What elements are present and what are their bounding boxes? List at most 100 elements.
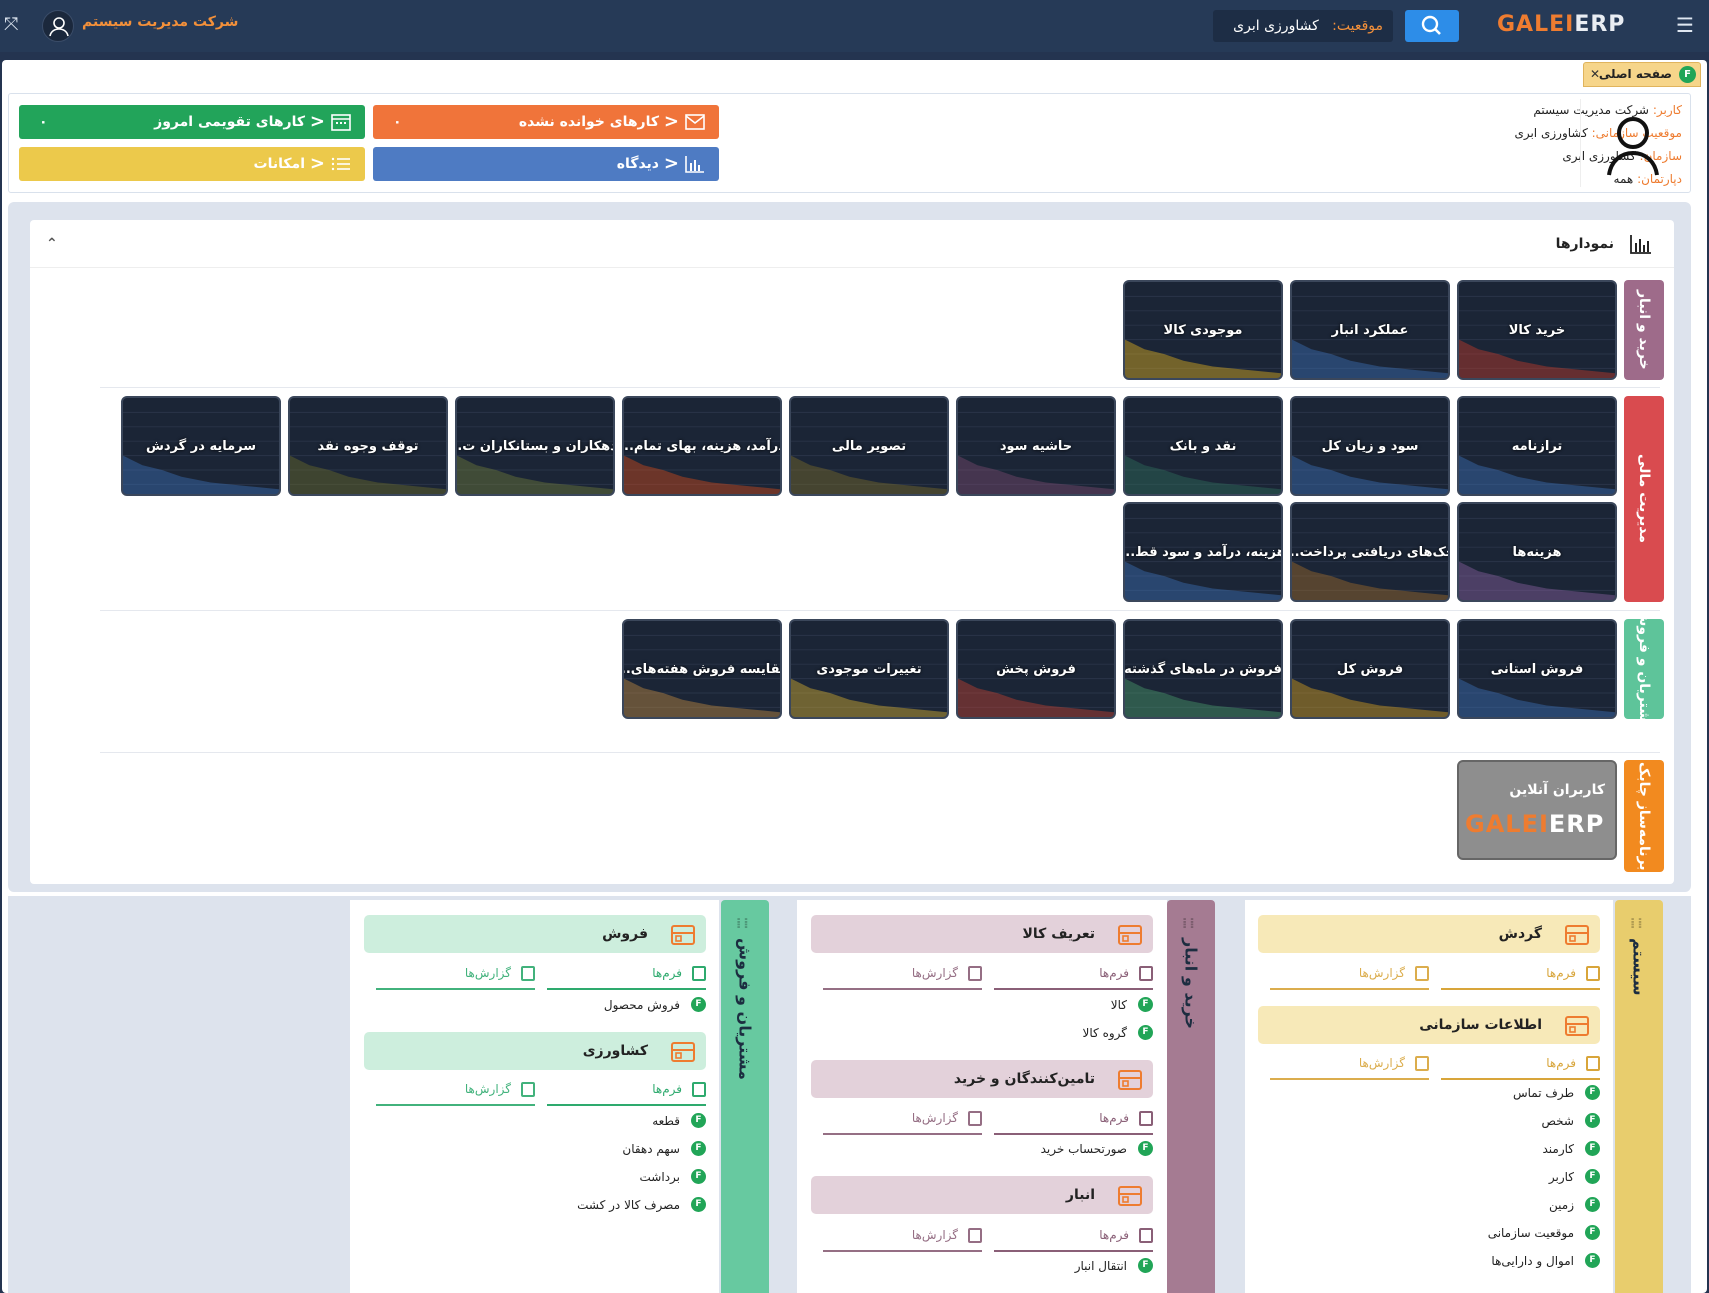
list-item[interactable]: F قطعه (652, 1110, 706, 1132)
subtabs: فرم‌ها گزارش‌ها (364, 1076, 706, 1106)
list-item[interactable]: F مصرف کالا در کشت (577, 1194, 706, 1216)
chart-tile[interactable]: ترازنامه (1457, 396, 1617, 496)
list-item[interactable]: F برداشت (640, 1166, 706, 1188)
chart-tile-label: حاشیه سود (999, 438, 1073, 454)
chart-tile-label: سود و زیان کل (1321, 438, 1419, 454)
drag-handle-icon[interactable]: ⁞⁞ (1182, 916, 1197, 932)
company-name[interactable]: شرکت مدیریت سیستم (82, 14, 238, 30)
section-header[interactable]: فروش (364, 915, 706, 953)
chart-tile[interactable]: فروش استانی (1457, 619, 1617, 719)
section-header[interactable]: انبار (811, 1176, 1153, 1214)
chart-tile[interactable]: فروش کل (1290, 619, 1450, 719)
dashboard-label: دیدگاه (616, 156, 659, 172)
list-item[interactable]: F موقعیت سازمانی (1488, 1222, 1600, 1244)
chart-tile[interactable]: هزینه‌ها (1457, 502, 1617, 602)
online-users-tile[interactable]: کاربران آنلاین GALEIERP (1457, 760, 1617, 860)
list-item-label: طرف تماس (1512, 1086, 1574, 1100)
fullscreen-icon[interactable]: ⤧ (4, 14, 18, 35)
charts-header[interactable]: نمودارها ⌃ (30, 220, 1674, 268)
chart-icon (685, 156, 704, 173)
chart-tile[interactable]: درآمد، هزینه، بهای تمام... (622, 396, 782, 496)
subtab-label: فرم‌ها (1099, 966, 1129, 980)
forms-tab[interactable]: فرم‌ها (1441, 1050, 1600, 1080)
forms-tab[interactable]: فرم‌ها (547, 1076, 706, 1106)
subtab-label: گزارش‌ها (1358, 1056, 1405, 1070)
chart-tile[interactable]: بدهکاران و بستانکاران ت... (455, 396, 615, 496)
forms-tab[interactable]: فرم‌ها (994, 1105, 1153, 1135)
list-item[interactable]: F سهم دهقان (622, 1138, 706, 1160)
location-selector[interactable]: موقعیت: کشاورزی ابری (1213, 10, 1393, 42)
forms-tab[interactable]: فرم‌ها (1441, 960, 1600, 990)
section-header[interactable]: تامین‌کنندگان و خرید (811, 1060, 1153, 1098)
chart-tile[interactable]: توقف وجوه نقد (288, 396, 448, 496)
section-header[interactable]: تعریف کالا (811, 915, 1153, 953)
tab-home[interactable]: F صفحه اصلی ✕ (1583, 62, 1701, 87)
reports-tab[interactable]: گزارش‌ها (823, 1222, 982, 1252)
reports-tab[interactable]: گزارش‌ها (1270, 960, 1429, 990)
reports-tab[interactable]: گزارش‌ها (823, 1105, 982, 1135)
list-item[interactable]: F کاربر (1549, 1166, 1600, 1188)
list-item[interactable]: F کارمند (1542, 1138, 1600, 1160)
farm-icon (670, 1040, 696, 1062)
unread-tasks-button[interactable]: < کارهای خوانده نشده ۰ (373, 105, 719, 139)
charts-title: نمودارها (1555, 236, 1614, 252)
chart-tile[interactable]: هزینه، درآمد و سود قط... (1123, 502, 1283, 602)
chart-tile[interactable]: تصویر مالی (789, 396, 949, 496)
list-item[interactable]: F صورتحساب خرید (1041, 1138, 1153, 1160)
list-item[interactable]: F طرف تماس (1513, 1082, 1600, 1104)
reports-tab[interactable]: گزارش‌ها (1270, 1050, 1429, 1080)
chart-tile[interactable]: تغییرات موجودی (789, 619, 949, 719)
chart-tile-label: درآمد، هزینه، بهای تمام... (622, 438, 782, 454)
dashboard-button[interactable]: < دیدگاه (373, 147, 719, 181)
list-item[interactable]: F گروه کالا (1083, 1022, 1153, 1044)
chart-tile[interactable]: سرمایه در گردش (121, 396, 281, 496)
list-item[interactable]: F فروش محصول (604, 994, 706, 1016)
chart-tile[interactable]: چک‌های دریافتی پرداخت... (1290, 502, 1450, 602)
drag-handle-icon[interactable]: ⁞⁞ (736, 916, 751, 932)
chart-tile[interactable]: فروش پخش (956, 619, 1116, 719)
chart-tile[interactable]: موجودی کالا (1123, 280, 1283, 380)
reports-tab[interactable]: گزارش‌ها (823, 960, 982, 990)
position-value: کشاورزی ابری (1514, 126, 1588, 140)
chart-tile-label: فروش کل (1336, 661, 1404, 677)
collapse-icon[interactable]: ⌃ (46, 220, 58, 268)
features-button[interactable]: < امکانات (19, 147, 365, 181)
menu-icon[interactable]: ☰ (1674, 14, 1696, 36)
list-item[interactable]: F زمین (1549, 1194, 1600, 1216)
reports-tab[interactable]: گزارش‌ها (376, 1076, 535, 1106)
chart-tile[interactable]: سود و زیان کل (1290, 396, 1450, 496)
close-icon[interactable]: ✕ (1590, 63, 1600, 86)
forms-tab[interactable]: فرم‌ها (547, 960, 706, 990)
forms-tab[interactable]: فرم‌ها (994, 960, 1153, 990)
search-button[interactable] (1405, 10, 1459, 42)
logo-part: GALEI (1465, 810, 1549, 838)
list-item[interactable]: F انتقال انبار (1075, 1255, 1153, 1277)
chart-tile[interactable]: فروش در ماه‌های گذشته (1123, 619, 1283, 719)
chart-tile-label: نقد و بانک (1169, 438, 1237, 454)
chart-tile[interactable]: عملکرد انبار (1290, 280, 1450, 380)
app-logo[interactable]: GALEIERP (1497, 12, 1625, 37)
forms-tab[interactable]: فرم‌ها (994, 1222, 1153, 1252)
calendar-tasks-button[interactable]: < کارهای تقویمی امروز ۰ (19, 105, 365, 139)
list-item[interactable]: F شخص (1541, 1110, 1600, 1132)
subtab-label: گزارش‌ها (464, 966, 511, 980)
list-item[interactable]: F اموال و دارایی‌ها (1491, 1250, 1600, 1272)
mail-icon (685, 114, 705, 130)
divider (100, 387, 1660, 388)
section-header[interactable]: کشاورزی (364, 1032, 706, 1070)
chevron-icon: < (663, 153, 679, 174)
section-header[interactable]: اطلاعات سازمانی (1258, 1006, 1600, 1044)
subtab-label: گزارش‌ها (911, 966, 958, 980)
reports-tab[interactable]: گزارش‌ها (376, 960, 535, 990)
chart-tile[interactable]: خرید کالا (1457, 280, 1617, 380)
form-badge: F (691, 1113, 706, 1128)
chart-tile[interactable]: مقایسه فروش هفته‌های... (622, 619, 782, 719)
drag-handle-icon[interactable]: ⁞⁞ (1630, 916, 1645, 932)
chart-tile[interactable]: نقد و بانک (1123, 396, 1283, 496)
list-icon (331, 157, 350, 171)
list-item[interactable]: F کالا (1111, 994, 1153, 1016)
location-label: موقعیت: (1332, 18, 1383, 34)
chart-tile[interactable]: حاشیه سود (956, 396, 1116, 496)
user-avatar[interactable] (42, 10, 74, 42)
section-header[interactable]: گردش (1258, 915, 1600, 953)
